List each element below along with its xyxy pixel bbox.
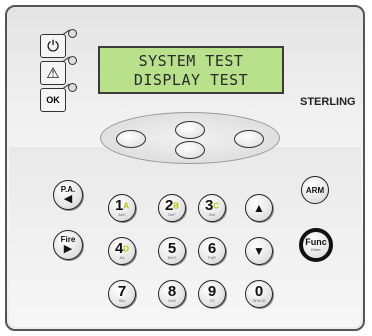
warning-indicator: ⚠	[40, 61, 66, 85]
key-4[interactable]: 4D JkL	[108, 237, 136, 265]
warning-led	[68, 56, 77, 65]
ok-icon: OK	[46, 95, 60, 105]
key-digit: 9	[207, 283, 217, 300]
key-sublabel: StU	[118, 298, 126, 303]
key-letter: A	[123, 201, 130, 211]
key-letter: B	[173, 201, 180, 211]
key-sublabel: YZ	[209, 298, 215, 303]
key-2[interactable]: 2B DeF	[158, 194, 186, 222]
up-arrow-button[interactable]: ▲	[245, 194, 273, 222]
nav-left-button[interactable]	[116, 130, 146, 148]
key-digit: 8	[167, 283, 177, 300]
down-arrow-icon: ▼	[253, 244, 265, 258]
down-arrow-button[interactable]: ▼	[245, 237, 273, 265]
key-digit: 5	[167, 240, 177, 257]
func-button[interactable]: Func Enter	[299, 228, 333, 262]
key-sublabel: SPACE	[252, 298, 266, 303]
key-6[interactable]: 6 PqR	[198, 237, 226, 265]
power-indicator: ⏻	[40, 34, 66, 58]
key-0[interactable]: 0 SPACE	[245, 280, 273, 308]
warning-icon: ⚠	[46, 64, 60, 82]
key-sublabel: DeF	[168, 212, 176, 218]
key-sublabel: JkL	[118, 255, 126, 261]
key-sublabel: VwX	[167, 298, 177, 303]
key-sublabel: AbC	[118, 212, 126, 218]
key-7[interactable]: 7 StU	[108, 280, 136, 308]
key-sublabel: PqR	[208, 255, 216, 260]
up-arrow-icon: ▲	[253, 201, 265, 215]
pa-button[interactable]: P.A. ◀	[53, 180, 83, 210]
key-letter: C	[213, 201, 220, 211]
key-digit: 6	[207, 240, 217, 257]
key-1[interactable]: 1A AbC	[108, 194, 136, 222]
nav-up-button[interactable]	[175, 121, 205, 139]
func-sublabel: Enter	[311, 247, 321, 252]
key-3[interactable]: 3C GhI	[198, 194, 226, 222]
nav-right-button[interactable]	[234, 130, 264, 148]
key-digit: 0	[254, 283, 264, 300]
arm-label: ARM	[305, 185, 325, 195]
ok-indicator: OK	[40, 88, 66, 112]
ok-led	[68, 83, 77, 92]
key-letter: D	[123, 244, 130, 254]
key-sublabel: MnO	[167, 255, 177, 260]
power-icon: ⏻	[47, 37, 59, 55]
lcd-display: SYSTEM TEST DISPLAY TEST	[98, 46, 284, 94]
key-sublabel: GhI	[208, 212, 216, 218]
key-digit: 7	[117, 283, 127, 300]
key-5[interactable]: 5 MnO	[158, 237, 186, 265]
arm-button[interactable]: ARM	[301, 176, 329, 204]
key-8[interactable]: 8 VwX	[158, 280, 186, 308]
left-arrow-icon: ◀	[63, 193, 73, 205]
lcd-line-2: DISPLAY TEST	[133, 71, 249, 89]
brand-logo: STERLING	[300, 96, 356, 108]
lcd-line-1: SYSTEM TEST	[138, 52, 244, 70]
power-led	[68, 29, 77, 38]
key-9[interactable]: 9 YZ	[198, 280, 226, 308]
func-label: Func	[305, 237, 327, 247]
right-arrow-icon: ▶	[63, 243, 73, 255]
nav-down-button[interactable]	[175, 141, 205, 159]
fire-button[interactable]: Fire ▶	[53, 230, 83, 260]
